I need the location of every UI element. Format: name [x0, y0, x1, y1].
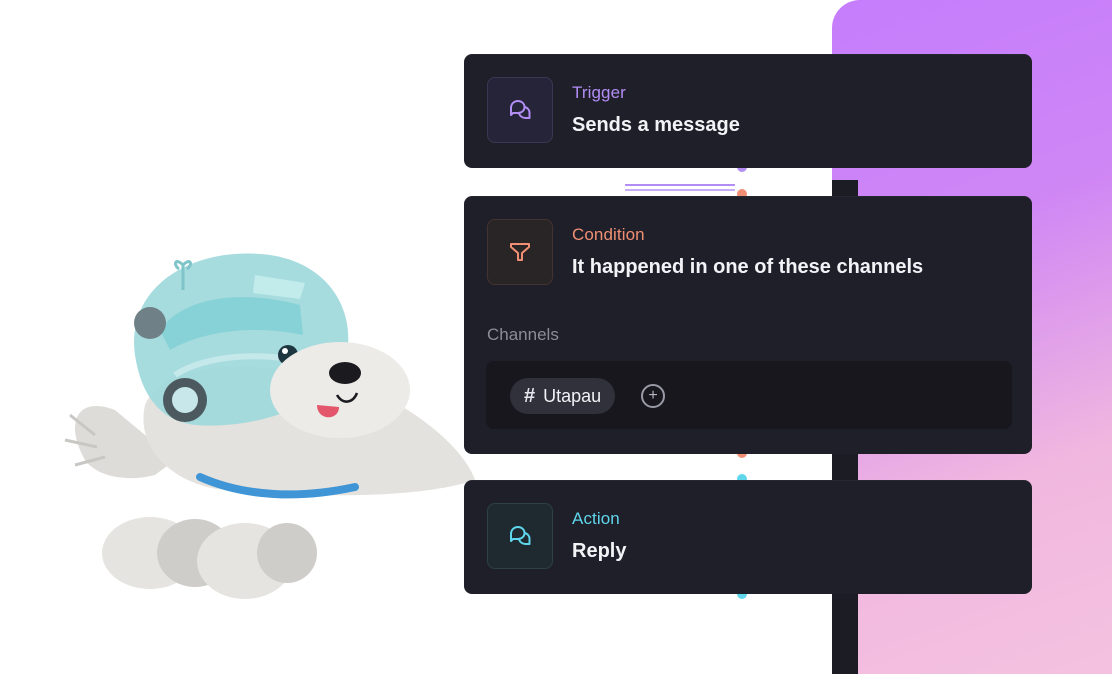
- condition-card[interactable]: Condition It happened in one of these ch…: [464, 196, 1032, 454]
- condition-kind-label: Condition: [572, 225, 645, 244]
- action-title: Reply: [572, 540, 627, 562]
- filter-funnel-icon: [510, 243, 530, 261]
- chat-bubbles-icon: [510, 526, 531, 545]
- channel-chip[interactable]: # Utapau: [510, 378, 616, 414]
- mascot-head-fur: [270, 342, 410, 438]
- channels-input[interactable]: # Utapau +: [486, 361, 1012, 429]
- trigger-card[interactable]: Trigger Sends a message: [464, 54, 1032, 168]
- action-icon-box: [487, 503, 553, 569]
- astronaut-dog-mascot: [64, 253, 475, 599]
- plus-circle-icon[interactable]: +: [641, 384, 665, 408]
- trigger-kind-label: Trigger: [572, 83, 626, 102]
- hash-icon: #: [524, 384, 536, 407]
- condition-icon-box: [487, 219, 553, 285]
- action-card[interactable]: Action Reply: [464, 480, 1032, 594]
- trigger-icon-box: [487, 77, 553, 143]
- chat-bubbles-icon: [510, 100, 531, 119]
- add-channel-glyph: +: [648, 387, 658, 404]
- trigger-title: Sends a message: [572, 114, 740, 136]
- channel-chip-label: Utapau: [543, 385, 602, 406]
- condition-title: It happened in one of these channels: [572, 256, 924, 278]
- channels-label: Channels: [487, 325, 559, 344]
- action-kind-label: Action: [572, 509, 620, 528]
- workflow-illustration: Trigger Sends a message Condition It hap…: [0, 0, 1112, 674]
- mascot-nose: [329, 362, 361, 384]
